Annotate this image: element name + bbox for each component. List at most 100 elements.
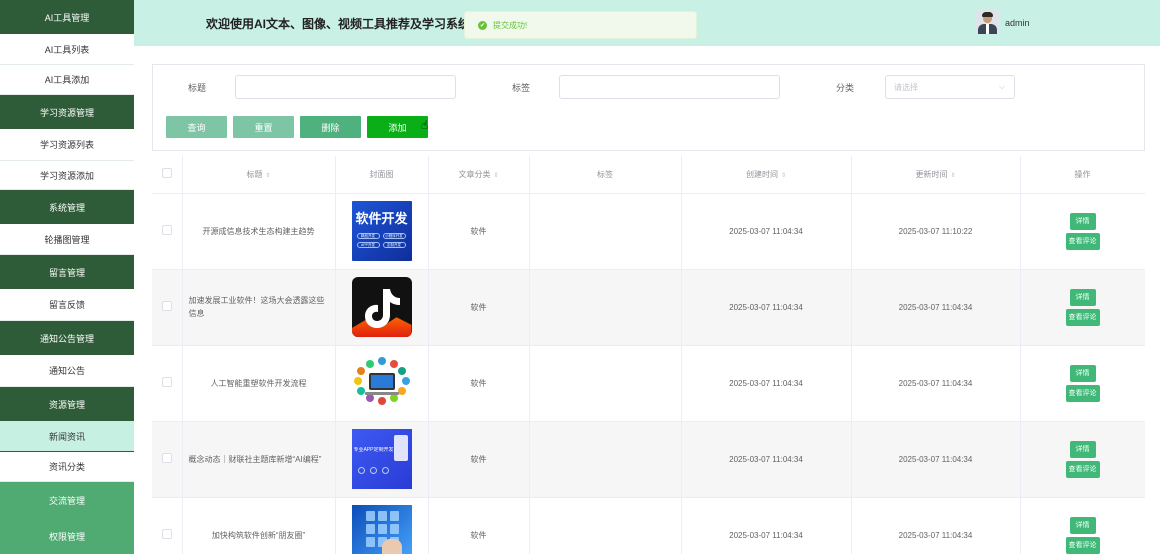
reset-button[interactable]: 重置 bbox=[233, 116, 294, 138]
title-input[interactable] bbox=[235, 75, 456, 99]
tag-cell bbox=[529, 497, 682, 554]
cover-cell: 专业APP定制开发 bbox=[335, 421, 429, 498]
username[interactable]: admin bbox=[1005, 18, 1030, 28]
category-label: 分类 bbox=[836, 83, 855, 93]
cover-image bbox=[351, 353, 412, 413]
sidebar-item[interactable]: 学习资源添加 bbox=[0, 161, 134, 190]
sidebar-item[interactable]: 资源管理 bbox=[0, 387, 134, 421]
sidebar-item[interactable]: 资讯分类 bbox=[0, 452, 134, 482]
table-header-row: 标题 ⇕ 封面图 文章分类 ⇕ 标签 创建时间 ⇕ 更新时间 ⇕ 操作 bbox=[152, 156, 1145, 194]
title-cell: 开源成信息技术生态构建主趋势 bbox=[182, 193, 336, 270]
actions-cell: 详情 查看评论 bbox=[1020, 421, 1145, 498]
sidebar-item[interactable]: 学习资源列表 bbox=[0, 129, 134, 161]
title-cell: 概念动态｜财联社主题库新增“AI编程” bbox=[182, 421, 336, 498]
row-select-cell[interactable] bbox=[152, 345, 183, 422]
created-time-cell: 2025-03-07 11:04:34 bbox=[681, 421, 852, 498]
updated-time-cell: 2025-03-07 11:10:22 bbox=[851, 193, 1021, 270]
sidebar-item[interactable]: 交流管理 bbox=[0, 482, 134, 518]
cover-cell bbox=[335, 345, 429, 422]
row-checkbox[interactable] bbox=[161, 377, 172, 387]
sort-icon[interactable]: ⇕ bbox=[781, 173, 786, 179]
tag-input[interactable] bbox=[559, 75, 780, 99]
sidebar-item[interactable]: 留言管理 bbox=[0, 255, 134, 289]
updated-time-cell: 2025-03-07 11:04:34 bbox=[851, 497, 1021, 554]
sidebar: AI工具管理 AI工具列表 AI工具添加 学习资源管理 学习资源列表 学习资源添加 系统管理… bbox=[0, 0, 134, 554]
table-row: 概念动态｜财联社主题库新增“AI编程” 专业APP定制开发 软件 2025-03… bbox=[152, 421, 1145, 498]
row-select-cell[interactable] bbox=[152, 193, 183, 270]
cover-tag: 小程序开发 bbox=[382, 233, 406, 239]
select-all-checkbox[interactable] bbox=[161, 168, 172, 179]
toast-message: 提交成功! bbox=[493, 20, 528, 30]
sidebar-item[interactable]: 留言反馈 bbox=[0, 289, 134, 321]
tag-cell bbox=[529, 421, 682, 498]
created-time-cell: 2025-03-07 11:04:34 bbox=[681, 345, 852, 422]
cover-title: 软件开发 bbox=[355, 211, 408, 226]
row-select-cell[interactable] bbox=[152, 269, 183, 346]
actions-cell: 详情 查看评论 bbox=[1020, 193, 1145, 270]
tag-cell bbox=[529, 345, 682, 422]
hand-icon bbox=[381, 539, 402, 554]
view-comments-button[interactable]: 查看评论 bbox=[1065, 308, 1100, 326]
phone-icon bbox=[393, 435, 408, 461]
add-button[interactable]: 添加 bbox=[367, 116, 428, 138]
query-button[interactable]: 查询 bbox=[166, 116, 227, 138]
sidebar-item[interactable]: AI工具管理 bbox=[0, 0, 134, 34]
view-comments-button[interactable]: 查看评论 bbox=[1065, 384, 1100, 402]
title-label: 标题 bbox=[188, 83, 207, 93]
cover-title: 专业APP定制开发 bbox=[353, 447, 394, 453]
column-header-created[interactable]: 创建时间 ⇕ bbox=[681, 156, 852, 194]
news-table: 标题 ⇕ 封面图 文章分类 ⇕ 标签 创建时间 ⇕ 更新时间 ⇕ 操作 开源成信息技术生… bbox=[152, 156, 1145, 554]
updated-time-cell: 2025-03-07 11:04:34 bbox=[851, 345, 1021, 422]
detail-button[interactable]: 详情 bbox=[1069, 288, 1096, 306]
cover-cell: 软件开发 精品开发 小程序开发 APP开发 定制开发 bbox=[335, 193, 429, 270]
view-comments-button[interactable]: 查看评论 bbox=[1065, 232, 1100, 250]
category-cell: 软件 bbox=[428, 193, 530, 270]
column-header-title[interactable]: 标题 ⇕ bbox=[182, 156, 336, 194]
row-select-cell[interactable] bbox=[152, 421, 183, 498]
sort-icon[interactable]: ⇕ bbox=[265, 173, 270, 179]
avatar[interactable] bbox=[976, 10, 999, 34]
tag-cell bbox=[529, 193, 682, 270]
sidebar-item[interactable]: AI工具添加 bbox=[0, 65, 134, 95]
detail-button[interactable]: 详情 bbox=[1069, 212, 1096, 230]
detail-button[interactable]: 详情 bbox=[1069, 516, 1096, 534]
column-header-category[interactable]: 文章分类 ⇕ bbox=[428, 156, 530, 194]
sidebar-item[interactable]: AI工具列表 bbox=[0, 34, 134, 65]
created-time-cell: 2025-03-07 11:04:34 bbox=[681, 269, 852, 346]
row-checkbox[interactable] bbox=[161, 225, 172, 235]
sidebar-item[interactable]: 系统管理 bbox=[0, 190, 134, 224]
view-comments-button[interactable]: 查看评论 bbox=[1065, 536, 1100, 554]
row-checkbox[interactable] bbox=[161, 529, 172, 539]
top-header: 欢迎使用AI文本、图像、视频工具推荐及学习系统 ✔ 提交成功! admin bbox=[134, 0, 1160, 46]
actions-cell: 详情 查看评论 bbox=[1020, 497, 1145, 554]
sidebar-item[interactable]: 学习资源管理 bbox=[0, 95, 134, 129]
delete-button[interactable]: 删除 bbox=[300, 116, 361, 138]
column-header-tag: 标签 bbox=[529, 156, 682, 194]
view-comments-button[interactable]: 查看评论 bbox=[1065, 460, 1100, 478]
created-time-cell: 2025-03-07 11:04:34 bbox=[681, 497, 852, 554]
sort-icon[interactable]: ⇕ bbox=[493, 173, 498, 179]
cover-cell bbox=[335, 269, 429, 346]
row-checkbox[interactable] bbox=[161, 301, 172, 311]
sidebar-item[interactable]: 新闻资讯 bbox=[0, 421, 134, 452]
sidebar-item[interactable]: 通知公告管理 bbox=[0, 321, 134, 355]
column-header-updated[interactable]: 更新时间 ⇕ bbox=[851, 156, 1021, 194]
hand-cursor-icon: ☝ bbox=[421, 118, 429, 132]
table-row: 开源成信息技术生态构建主趋势 软件开发 精品开发 小程序开发 APP开发 定制开发 软… bbox=[152, 193, 1145, 270]
row-checkbox[interactable] bbox=[161, 453, 172, 463]
detail-button[interactable]: 详情 bbox=[1069, 364, 1096, 382]
sidebar-item[interactable]: 轮播图管理 bbox=[0, 224, 134, 255]
category-cell: 软件 bbox=[428, 421, 530, 498]
sidebar-item[interactable]: 权限管理 bbox=[0, 518, 134, 554]
cover-image bbox=[351, 505, 412, 554]
sidebar-item[interactable]: 通知公告 bbox=[0, 355, 134, 387]
detail-button[interactable]: 详情 bbox=[1069, 440, 1096, 458]
updated-time-cell: 2025-03-07 11:04:34 bbox=[851, 421, 1021, 498]
sort-icon[interactable]: ⇕ bbox=[950, 173, 955, 179]
check-circle-icon: ✔ bbox=[478, 20, 487, 30]
title-cell: 加快构筑软件创新“朋友圈” bbox=[182, 497, 336, 554]
select-all-cell[interactable] bbox=[152, 156, 183, 194]
category-select[interactable]: 请选择 ⌵ bbox=[885, 75, 1015, 99]
row-select-cell[interactable] bbox=[152, 497, 183, 554]
title-cell: 人工智能重塑软件开发流程 bbox=[182, 345, 336, 422]
